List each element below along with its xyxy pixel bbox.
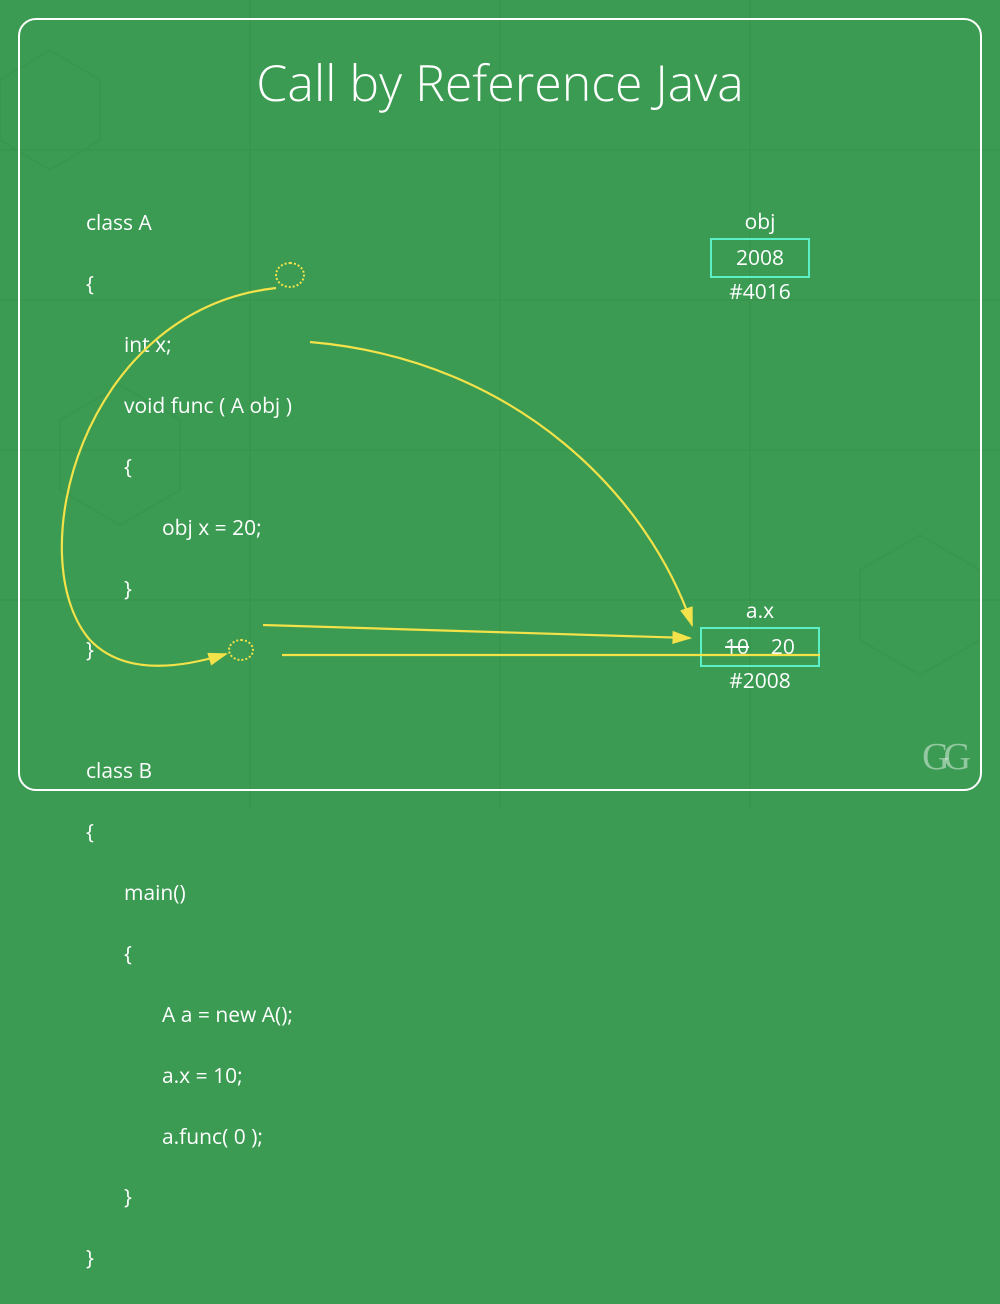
obj-memory-box: 2008 — [710, 238, 810, 278]
code-line: } — [86, 1243, 293, 1273]
arg-zero: 0 — [234, 1123, 246, 1151]
ax-old-value: 10 — [725, 633, 749, 661]
code-line: } — [86, 574, 293, 604]
code-line: { — [86, 452, 293, 482]
code-block: class A { int x; void func ( A obj ) { o… — [86, 178, 293, 1304]
code-line: obj x = 20; — [86, 513, 293, 543]
code-line: main() — [86, 878, 293, 908]
code-line: int x; — [86, 330, 293, 360]
code-line: a.func( 0 ); — [86, 1122, 293, 1152]
code-line: class A — [86, 208, 293, 238]
code-line: { — [86, 939, 293, 969]
ax-label: a.x — [700, 597, 820, 625]
ax-memory-box: 10 20 — [700, 627, 820, 667]
code-line: a.x = 10; — [86, 1061, 293, 1091]
code-line: void func ( A obj ) — [86, 391, 293, 421]
diagram-title: Call by Reference Java — [0, 48, 1000, 116]
ax-new-value: 20 — [771, 633, 795, 661]
obj-value: 2008 — [736, 244, 784, 272]
code-line: } — [86, 635, 293, 665]
code-line: { — [86, 817, 293, 847]
code-line: { — [86, 269, 293, 299]
code-line: A a = new A(); — [86, 1000, 293, 1030]
code-line: class B — [86, 756, 293, 786]
highlight-circle-obj — [275, 262, 305, 288]
highlight-circle-arg — [228, 639, 254, 661]
logo: GG — [922, 735, 965, 779]
code-line: } — [86, 1182, 293, 1212]
ax-address: #2008 — [700, 667, 820, 695]
obj-address: #4016 — [700, 278, 820, 306]
code-spacer — [86, 695, 293, 725]
obj-param: obj — [249, 392, 280, 420]
obj-label: obj — [700, 208, 820, 236]
